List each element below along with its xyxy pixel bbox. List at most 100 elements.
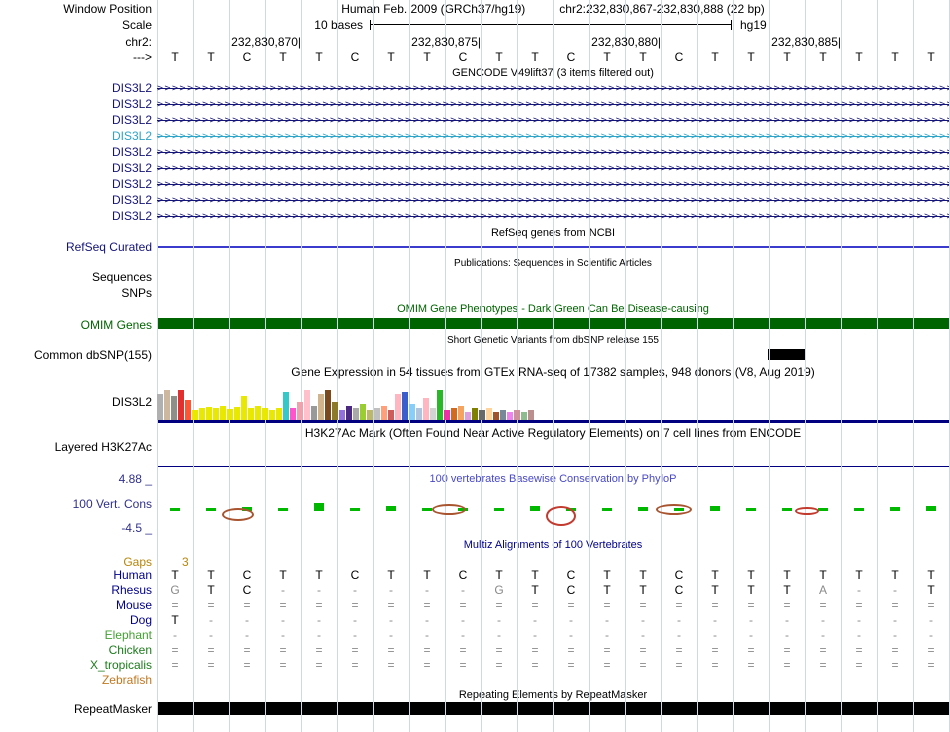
gtex-expression-bar[interactable] (290, 408, 296, 420)
phylop-track-label[interactable]: 100 Vert. Cons (0, 497, 152, 511)
gtex-expression-bar[interactable] (388, 410, 394, 420)
gencode-transcript-arrows[interactable]: >>>>>>>>>>>>>>>>>>>>>>>>>>>>>>>>>>>>>>>>… (157, 193, 949, 209)
gencode-transcript-arrows[interactable]: >>>>>>>>>>>>>>>>>>>>>>>>>>>>>>>>>>>>>>>>… (157, 113, 949, 129)
gtex-expression-bar[interactable] (297, 402, 303, 420)
gtex-expression-bar[interactable] (171, 396, 177, 420)
gtex-expression-bar[interactable] (220, 406, 226, 420)
gtex-expression-bar[interactable] (311, 406, 317, 420)
gtex-expression-bar[interactable] (486, 408, 492, 420)
gtex-expression-bar[interactable] (395, 394, 401, 420)
gencode-gene-label[interactable]: DIS3L2 (0, 209, 152, 223)
gtex-expression-bar[interactable] (360, 404, 366, 420)
species-label[interactable]: Rhesus (0, 583, 152, 597)
gtex-expression-bar[interactable] (178, 390, 184, 420)
species-label[interactable]: Chicken (0, 643, 152, 657)
gtex-expression-bar[interactable] (479, 410, 485, 420)
gtex-expression-bar[interactable] (234, 407, 240, 420)
species-label[interactable]: Zebrafish (0, 673, 152, 687)
gencode-gene-label[interactable]: DIS3L2 (0, 113, 152, 127)
gtex-expression-bar[interactable] (521, 412, 527, 420)
omim-genes-label[interactable]: OMIM Genes (0, 318, 152, 332)
gtex-expression-bar[interactable] (269, 410, 275, 420)
species-label[interactable]: Human (0, 568, 152, 582)
gtex-expression-bar[interactable] (444, 410, 450, 420)
alignment-base: = (819, 598, 827, 612)
gtex-expression-bar[interactable] (458, 406, 464, 420)
gaps-label[interactable]: Gaps (0, 555, 152, 569)
species-label[interactable]: Dog (0, 613, 152, 627)
gtex-expression-bar[interactable] (248, 408, 254, 420)
repeatmasker-label[interactable]: RepeatMasker (0, 702, 152, 716)
gtex-expression-bar[interactable] (528, 410, 534, 420)
gtex-expression-bar[interactable] (416, 408, 422, 420)
gtex-expression-bar[interactable] (332, 402, 338, 420)
gencode-gene-label[interactable]: DIS3L2 (0, 193, 152, 207)
gtex-expression-bar[interactable] (185, 400, 191, 420)
refseq-curated-label[interactable]: RefSeq Curated (0, 240, 152, 254)
gtex-gene-label[interactable]: DIS3L2 (0, 395, 152, 409)
ruler-base: T (783, 50, 791, 64)
dbsnp-variant-bar[interactable] (768, 349, 805, 360)
snps-track-label[interactable]: SNPs (0, 286, 152, 300)
gtex-expression-bar[interactable] (514, 410, 520, 420)
gtex-expression-bar[interactable] (339, 410, 345, 420)
gencode-gene-label[interactable]: DIS3L2 (0, 129, 152, 143)
phylop-negative-mark (432, 504, 466, 515)
gtex-expression-bar[interactable] (465, 412, 471, 420)
gtex-expression-bar[interactable] (493, 412, 499, 420)
gtex-expression-bar[interactable] (255, 406, 261, 420)
gencode-gene-label[interactable]: DIS3L2 (0, 145, 152, 159)
gencode-transcript-arrows[interactable]: >>>>>>>>>>>>>>>>>>>>>>>>>>>>>>>>>>>>>>>>… (157, 209, 949, 225)
species-label[interactable]: Mouse (0, 598, 152, 612)
gtex-expression-bar[interactable] (451, 408, 457, 420)
gencode-transcript-arrows[interactable]: >>>>>>>>>>>>>>>>>>>>>>>>>>>>>>>>>>>>>>>>… (157, 129, 949, 145)
gtex-expression-bar[interactable] (206, 407, 212, 420)
gtex-expression-bar[interactable] (164, 390, 170, 420)
gencode-gene-label[interactable]: DIS3L2 (0, 97, 152, 111)
alignment-base: - (569, 628, 573, 642)
gencode-transcript-arrows[interactable]: >>>>>>>>>>>>>>>>>>>>>>>>>>>>>>>>>>>>>>>>… (157, 145, 949, 161)
gtex-expression-bar[interactable] (283, 392, 289, 420)
gencode-gene-label[interactable]: DIS3L2 (0, 177, 152, 191)
gtex-expression-bar[interactable] (367, 410, 373, 420)
gtex-expression-bar[interactable] (472, 408, 478, 420)
gtex-expression-bar[interactable] (507, 412, 513, 420)
layered-h3k27ac-label[interactable]: Layered H3K27Ac (0, 440, 152, 454)
gtex-expression-bar[interactable] (374, 408, 380, 420)
gtex-expression-bar[interactable] (199, 408, 205, 420)
gtex-expression-bar[interactable] (325, 390, 331, 420)
gtex-expression-bar[interactable] (192, 410, 198, 420)
gtex-expression-bar[interactable] (437, 390, 443, 420)
sequences-track-label[interactable]: Sequences (0, 270, 152, 284)
gtex-expression-bar[interactable] (500, 410, 506, 420)
gtex-expression-bar[interactable] (276, 408, 282, 420)
gtex-expression-bar[interactable] (353, 408, 359, 420)
gencode-transcript-arrows[interactable]: >>>>>>>>>>>>>>>>>>>>>>>>>>>>>>>>>>>>>>>>… (157, 81, 949, 97)
gtex-expression-bar[interactable] (157, 394, 163, 420)
gencode-gene-label[interactable]: DIS3L2 (0, 81, 152, 95)
gtex-expression-bar[interactable] (381, 406, 387, 420)
gtex-expression-bar[interactable] (304, 390, 310, 420)
gtex-expression-bar[interactable] (409, 404, 415, 420)
gtex-expression-bar[interactable] (227, 409, 233, 420)
species-label[interactable]: X_tropicalis (0, 658, 152, 672)
gtex-expression-bar[interactable] (213, 408, 219, 420)
gtex-expression-bar[interactable] (318, 394, 324, 420)
gtex-expression-bar[interactable] (241, 396, 247, 420)
alignment-base: G (494, 583, 504, 597)
gtex-expression-bar[interactable] (402, 392, 408, 420)
gencode-transcript-arrows[interactable]: >>>>>>>>>>>>>>>>>>>>>>>>>>>>>>>>>>>>>>>>… (157, 177, 949, 193)
gencode-transcript-arrows[interactable]: >>>>>>>>>>>>>>>>>>>>>>>>>>>>>>>>>>>>>>>>… (157, 161, 949, 177)
gtex-expression-bar[interactable] (262, 408, 268, 420)
common-dbsnp-label[interactable]: Common dbSNP(155) (0, 348, 152, 362)
phylop-negative-mark (546, 506, 576, 526)
ruler-base: T (207, 50, 215, 64)
phylop-conservation-mark (278, 508, 288, 511)
alignment-base: G (170, 583, 180, 597)
gtex-expression-bar[interactable] (430, 408, 436, 420)
species-label[interactable]: Elephant (0, 628, 152, 642)
gencode-transcript-arrows[interactable]: >>>>>>>>>>>>>>>>>>>>>>>>>>>>>>>>>>>>>>>>… (157, 97, 949, 113)
gtex-expression-bar[interactable] (346, 406, 352, 420)
gtex-expression-bar[interactable] (423, 398, 429, 420)
gencode-gene-label[interactable]: DIS3L2 (0, 161, 152, 175)
